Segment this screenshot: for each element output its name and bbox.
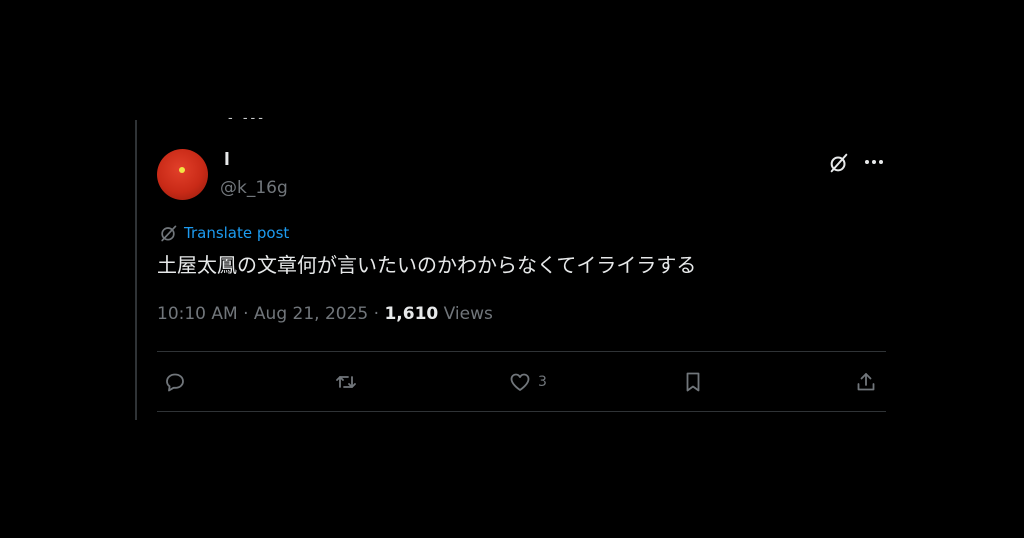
repost-icon [336,376,356,388]
repost-button[interactable] [334,368,358,396]
like-count: 3 [538,374,547,390]
action-bar: 3 [157,368,886,396]
bookmark-icon [686,372,700,392]
views-label: Views [438,304,493,324]
meta-separator: · [237,304,254,324]
divider-bottom [157,411,886,412]
post-meta: 10:10 AM · Aug 21, 2025 · 1,610 Views [157,304,493,324]
like-button[interactable]: 3 [508,368,547,396]
bookmark-button[interactable] [681,368,705,396]
more-icon[interactable] [862,152,886,172]
share-icon [857,373,875,391]
user-handle[interactable]: @k_16g [220,178,288,198]
avatar[interactable] [157,149,208,200]
reply-icon [166,373,184,392]
divider-top [157,351,886,352]
translate-post-label: Translate post [184,224,290,242]
post-date[interactable]: Aug 21, 2025 [254,304,368,324]
post-time[interactable]: 10:10 AM [157,304,238,324]
heart-icon [510,373,530,391]
translate-post-link[interactable]: Translate post [158,223,289,243]
thread-line [135,120,137,420]
previous-post-fragment: - --- [228,112,266,122]
display-name[interactable]: l [224,150,230,170]
share-button[interactable] [854,368,878,396]
globe-slash-icon [161,225,177,242]
views-count: 1,610 [384,304,439,324]
reply-button[interactable] [163,368,187,396]
meta-separator: · [368,304,385,324]
grok-icon[interactable] [828,152,850,174]
post-text: 土屋太鳳の文章何が言いたいのかわからなくてイライラする [157,253,697,277]
